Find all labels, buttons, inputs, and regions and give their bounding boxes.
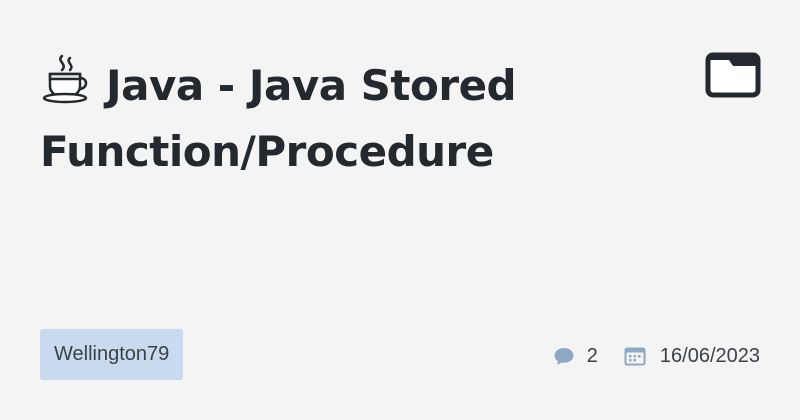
author-badge[interactable]: Wellington79 [40, 329, 184, 380]
post-title[interactable]: Java - Java Stored Function/Procedure [40, 52, 680, 183]
author-name[interactable]: Wellington79 [54, 343, 169, 366]
post-meta: 2 16/06/2023 [553, 336, 760, 376]
comments-count: 2 [586, 344, 598, 367]
post-date: 16/06/2023 [659, 344, 760, 367]
folder-icon[interactable] [705, 52, 761, 98]
speech-bubble-icon [553, 346, 575, 366]
post-card[interactable]: Java - Java Stored Function/Procedure We… [0, 0, 800, 420]
calendar-icon [624, 346, 646, 366]
coffee-icon [40, 52, 92, 121]
